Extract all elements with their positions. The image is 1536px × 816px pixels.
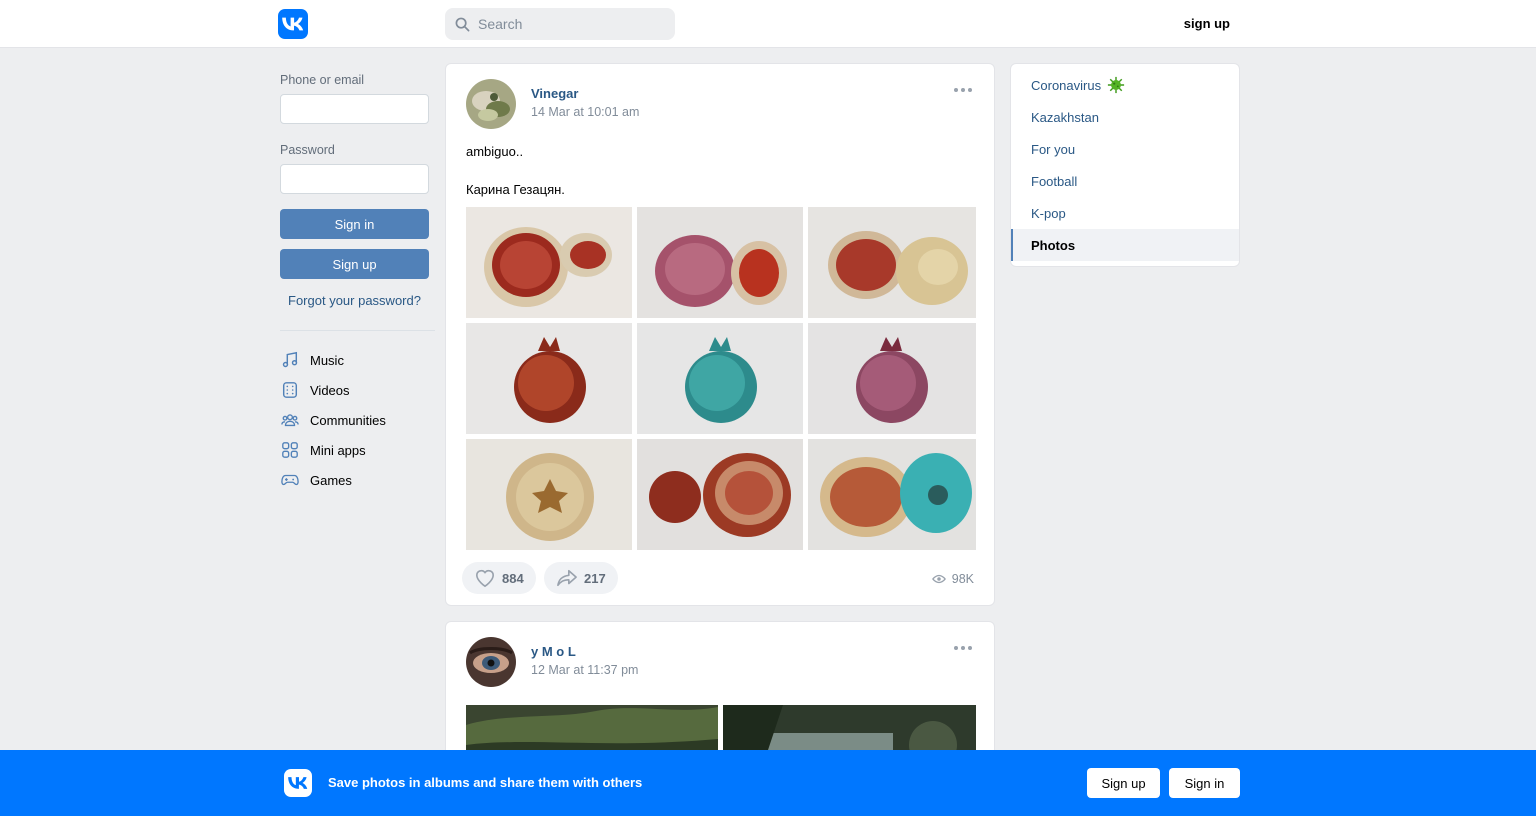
photo-thumbnail[interactable] [808,207,976,318]
post-author[interactable]: y M o L [531,644,576,659]
menu-item-label: For you [1031,141,1076,157]
password-input[interactable] [280,164,429,194]
vk-logo-icon [288,777,308,789]
phone-email-input[interactable] [280,94,429,124]
mini-apps-icon [280,440,300,460]
heart-icon [475,569,495,588]
gamepad-icon [280,470,300,490]
nav-item-label: Mini apps [310,442,366,458]
eye-icon [931,574,946,584]
banner-text: Save photos in albums and share them wit… [328,775,643,790]
communities-icon [280,410,300,430]
avatar[interactable] [466,637,516,687]
post-text-line: Карина Гезацян. [466,182,565,197]
nav-item-music[interactable]: Music [280,345,435,375]
right-menu: Coronavirus Kazakhstan For you Football … [1010,63,1240,267]
post-date[interactable]: 14 Mar at 10:01 am [531,105,639,119]
signup-button[interactable]: Sign up [280,249,429,279]
menu-item-for-you[interactable]: For you [1011,133,1239,165]
photo-thumbnail[interactable] [808,439,976,550]
photo-thumbnail[interactable] [637,207,803,318]
vk-logo[interactable] [278,9,308,39]
photo-grid [466,207,976,550]
photo-thumbnail[interactable] [466,323,632,434]
virus-icon [1107,76,1125,94]
post-text-line: ambiguo.. [466,144,524,159]
banner-signin-button[interactable]: Sign in [1169,768,1240,798]
menu-item-football[interactable]: Football [1011,165,1239,197]
nav-item-videos[interactable]: Videos [280,375,435,405]
avatar[interactable] [466,79,516,129]
nav-item-label: Music [310,352,344,368]
photo-thumbnail[interactable] [466,207,632,318]
search-box[interactable] [445,8,675,40]
music-icon [280,350,300,370]
post-card: Vinegar 14 Mar at 10:01 am ambiguo.. Кар… [445,63,995,606]
left-column: Phone or email Password Sign in Sign up … [280,73,435,495]
photo-thumbnail[interactable] [808,323,976,434]
divider [280,330,435,331]
photo-thumbnail[interactable] [466,439,632,550]
menu-item-photos[interactable]: Photos [1011,229,1239,261]
password-label: Password [280,143,335,157]
menu-item-label: Photos [1031,237,1076,253]
phone-label: Phone or email [280,73,365,87]
signup-link[interactable]: sign up [1184,16,1230,31]
menu-item-label: K-pop [1031,205,1066,221]
nav-item-label: Games [310,472,352,488]
search-icon [455,17,470,31]
nav-item-label: Communities [310,412,386,428]
search-input[interactable] [478,16,668,32]
views-counter: 98K [931,572,974,586]
signin-button[interactable]: Sign in [280,209,429,239]
menu-item-label: Coronavirus [1031,77,1102,93]
top-header: sign up [0,0,1536,48]
like-count: 884 [502,570,524,586]
menu-item-kpop[interactable]: K-pop [1011,197,1239,229]
vk-logo-icon [282,17,304,31]
share-button[interactable]: 217 [544,562,618,594]
like-button[interactable]: 884 [462,562,536,594]
video-icon [280,380,300,400]
menu-item-label: Kazakhstan [1031,109,1099,125]
forgot-password-link[interactable]: Forgot your password? [280,293,429,308]
vk-logo [284,769,312,797]
more-options-icon[interactable] [954,646,972,650]
photo-thumbnail[interactable] [637,439,803,550]
nav-item-communities[interactable]: Communities [280,405,435,435]
menu-item-kazakhstan[interactable]: Kazakhstan [1011,101,1239,133]
bottom-banner: Save photos in albums and share them wit… [0,750,1536,816]
nav-item-mini-apps[interactable]: Mini apps [280,435,435,465]
more-options-icon[interactable] [954,88,972,92]
post-author[interactable]: Vinegar [531,86,578,101]
photo-thumbnail[interactable] [637,323,803,434]
views-count: 98K [951,572,974,586]
share-icon [557,569,577,587]
menu-item-label: Football [1031,173,1078,189]
nav-item-games[interactable]: Games [280,465,435,495]
menu-item-coronavirus[interactable]: Coronavirus [1011,69,1239,101]
post-date[interactable]: 12 Mar at 11:37 pm [531,663,638,677]
share-count: 217 [584,570,606,586]
banner-signup-button[interactable]: Sign up [1087,768,1160,798]
nav-item-label: Videos [310,382,350,398]
